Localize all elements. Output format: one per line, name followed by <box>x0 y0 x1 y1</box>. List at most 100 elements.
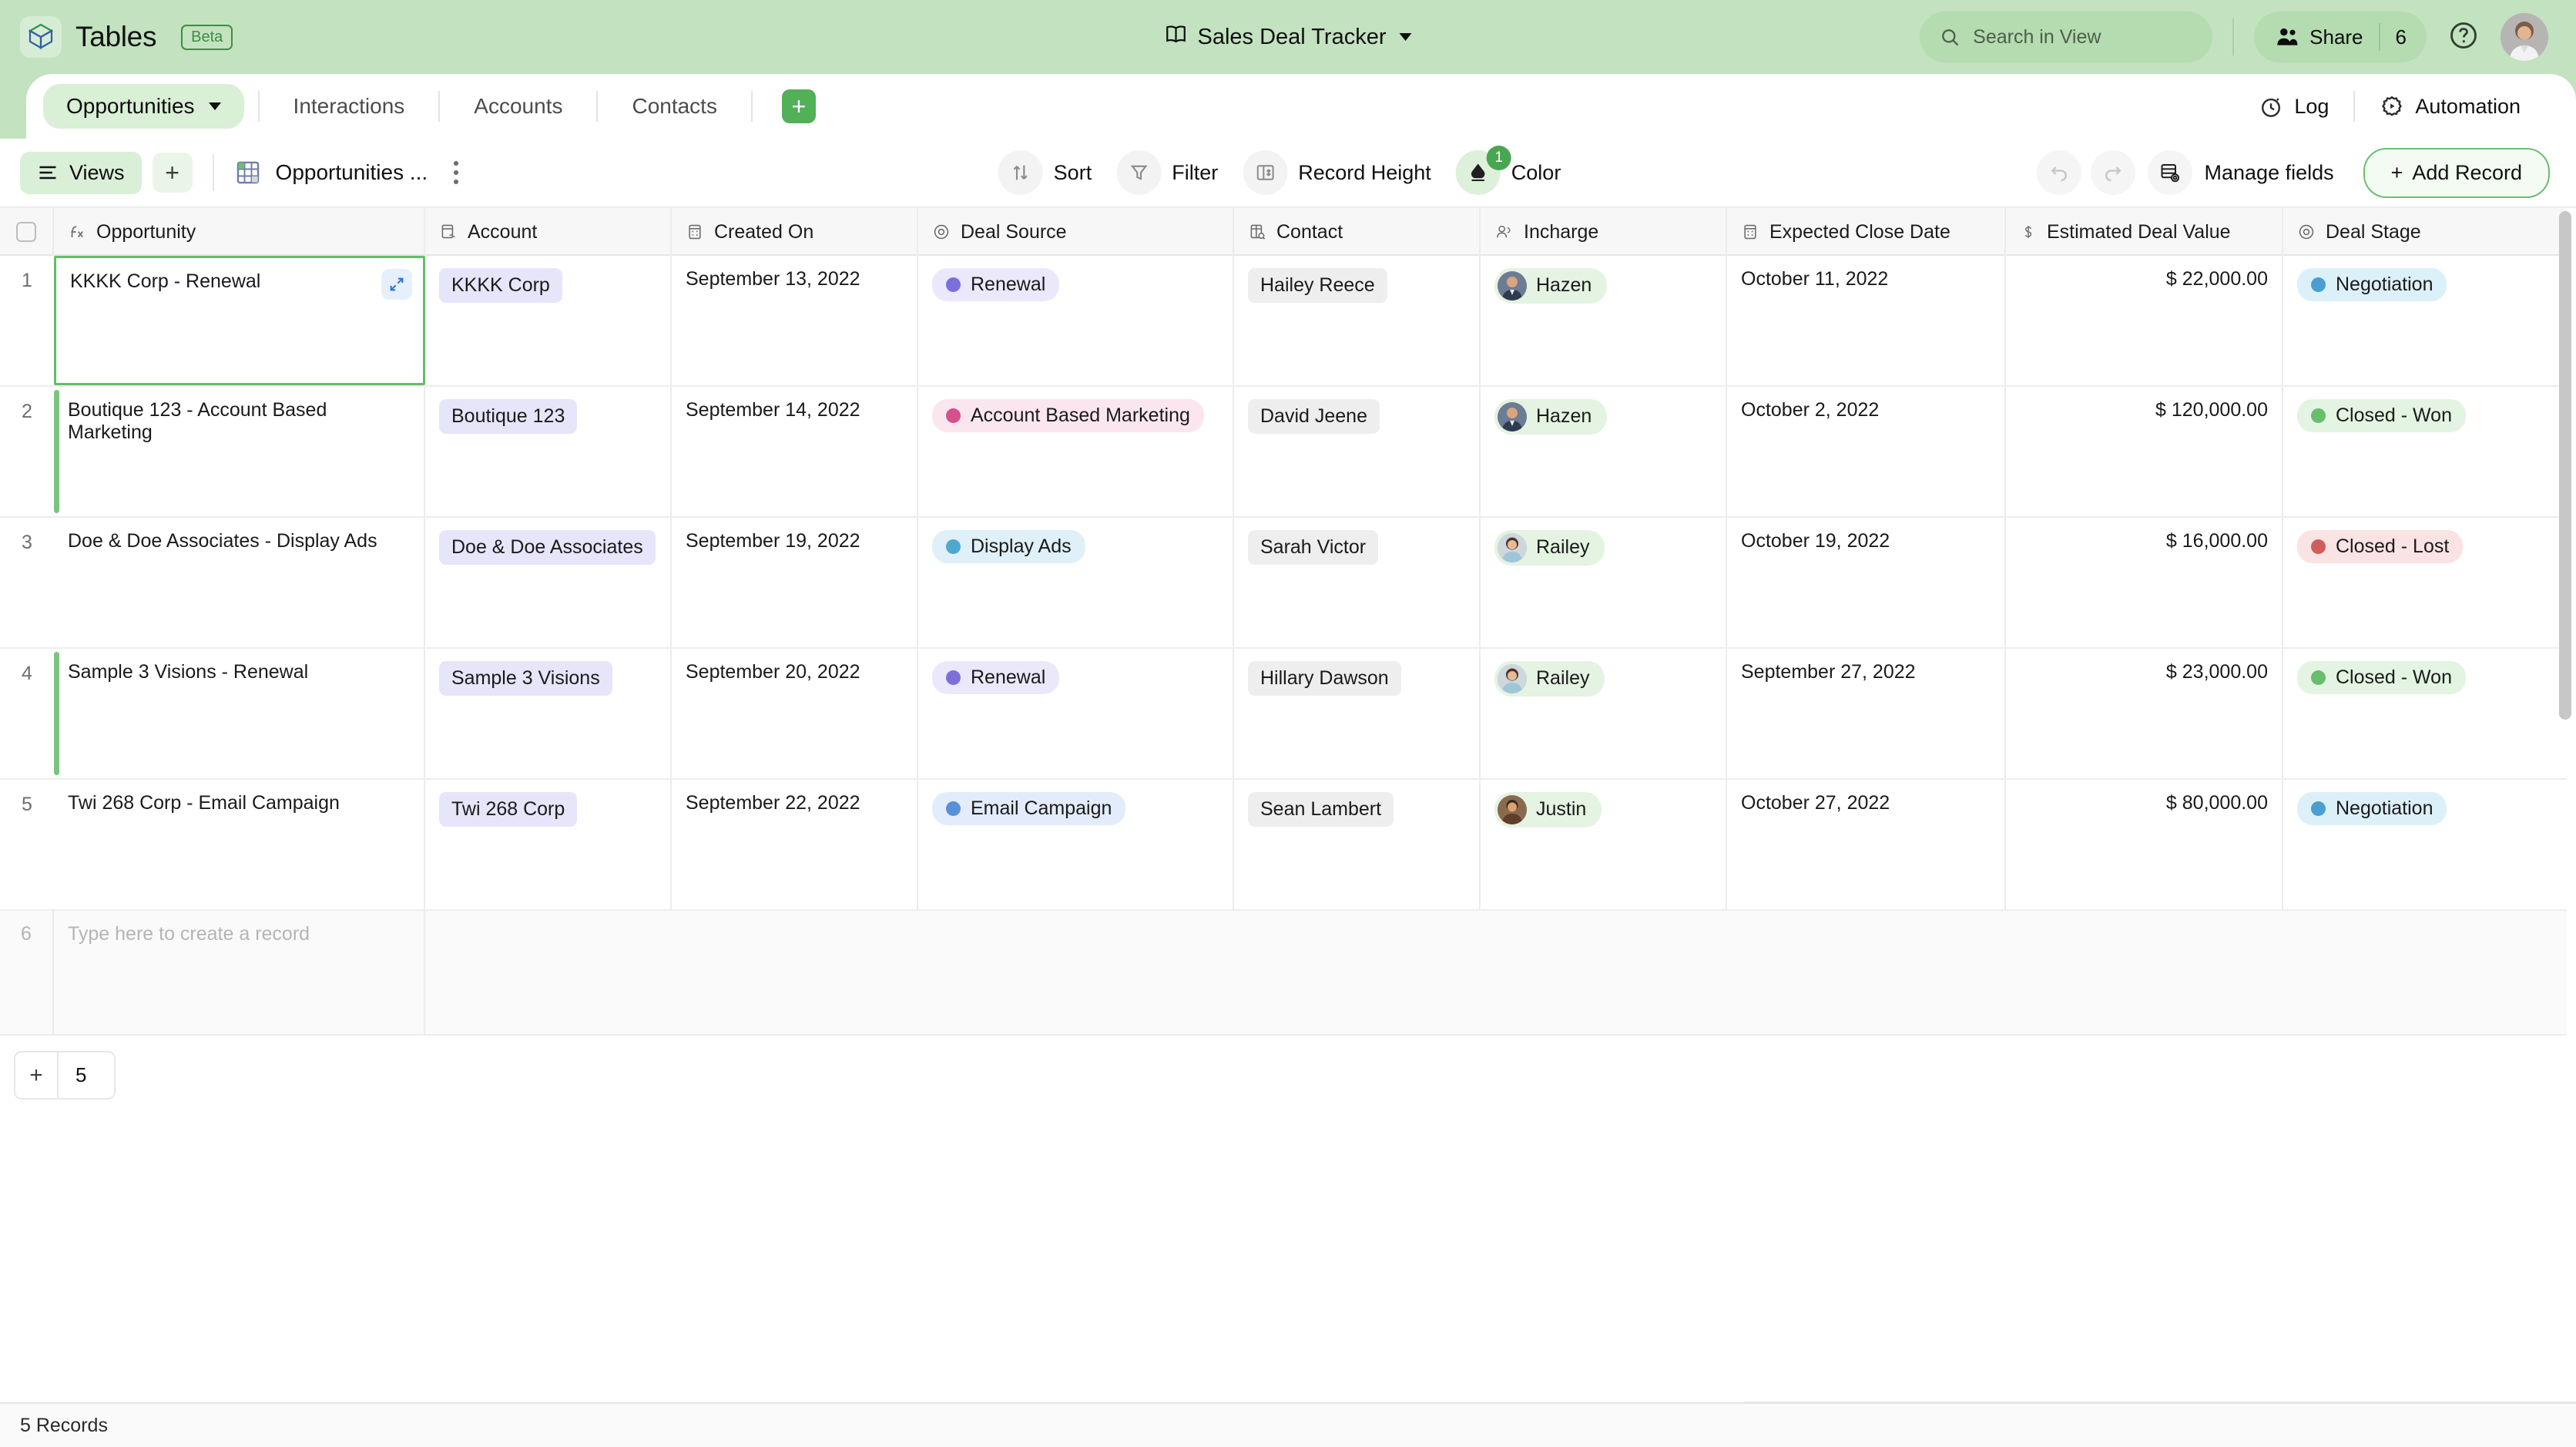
add-view-button[interactable]: + <box>152 153 193 193</box>
search-input[interactable]: Search in View <box>1920 12 2213 62</box>
views-button[interactable]: Views <box>20 151 142 194</box>
cube-logo-icon <box>20 16 62 58</box>
table-row[interactable]: 4 Sample 3 Visions - Renewal Sample 3 Vi… <box>0 649 2567 780</box>
cell-estimated-deal-value[interactable]: $ 120,000.00 <box>2006 387 2283 516</box>
cell-deal-source[interactable]: Display Ads <box>918 518 1234 647</box>
cell-opportunity[interactable]: Doe & Doe Associates - Display Ads <box>54 518 425 647</box>
automation-button[interactable]: Automation <box>2355 94 2545 119</box>
filter-button[interactable]: Filter <box>1116 150 1235 195</box>
cell-expected-close-date[interactable]: October 27, 2022 <box>1727 780 2006 909</box>
cell-created-on[interactable]: September 22, 2022 <box>672 780 918 909</box>
add-record-button[interactable]: + Add Record <box>2363 147 2550 198</box>
cell-opportunity[interactable]: Boutique 123 - Account Based Marketing <box>54 387 425 516</box>
account-pill: Doe & Doe Associates <box>439 530 656 566</box>
cell-opportunity[interactable]: Twi 268 Corp - Email Campaign <box>54 780 425 909</box>
cell-estimated-deal-value[interactable]: $ 23,000.00 <box>2006 649 2283 778</box>
cell-estimated-deal-value[interactable]: $ 16,000.00 <box>2006 518 2283 647</box>
column-header-opportunity[interactable]: Opportunity <box>54 208 425 256</box>
help-icon[interactable] <box>2448 20 2479 55</box>
cell-created-on[interactable]: September 14, 2022 <box>672 387 918 516</box>
share-button[interactable]: Share 6 <box>2254 12 2427 62</box>
cell-estimated-deal-value[interactable]: $ 80,000.00 <box>2006 780 2283 909</box>
cell-deal-stage[interactable]: Negotiation <box>2283 256 2474 385</box>
cell-account[interactable]: Twi 268 Corp <box>425 780 672 909</box>
avatar[interactable] <box>2501 13 2548 61</box>
cell-deal-stage[interactable]: Negotiation <box>2283 780 2474 909</box>
document-title[interactable]: Sales Deal Tracker <box>1165 22 1412 52</box>
table-row[interactable]: 3 Doe & Doe Associates - Display Ads Doe… <box>0 518 2567 649</box>
cell-created-on[interactable]: September 13, 2022 <box>672 256 918 385</box>
column-header-expected-close-date[interactable]: Expected Close Date <box>1727 208 2006 256</box>
account-pill: Twi 268 Corp <box>439 792 578 828</box>
cell-value: Hazen <box>1536 405 1592 428</box>
cell-expected-close-date[interactable]: October 2, 2022 <box>1727 387 2006 516</box>
cell-account[interactable]: Boutique 123 <box>425 387 672 516</box>
add-table-button[interactable]: + <box>781 89 816 123</box>
cell-contact[interactable]: Hillary Dawson <box>1234 649 1481 778</box>
table-row[interactable]: 5 Twi 268 Corp - Email Campaign Twi 268 … <box>0 780 2567 911</box>
column-header-created-on[interactable]: Created On <box>672 208 918 256</box>
row-number: 5 <box>22 794 32 815</box>
cell-estimated-deal-value[interactable]: $ 22,000.00 <box>2006 256 2283 385</box>
cell-contact[interactable]: David Jeene <box>1234 387 1481 516</box>
add-record-inline-button[interactable]: + <box>15 1053 59 1098</box>
new-record-input[interactable]: Type here to create a record <box>54 911 425 1034</box>
cell-opportunity[interactable]: KKKK Corp - Renewal <box>54 256 425 385</box>
log-button[interactable]: Log <box>2234 94 2353 119</box>
current-view-label: Opportunities ... <box>275 160 428 184</box>
cell-opportunity[interactable]: Sample 3 Visions - Renewal <box>54 649 425 778</box>
tab-opportunities[interactable]: Opportunities <box>43 84 244 129</box>
cell-deal-stage[interactable]: Closed - Won <box>2283 649 2474 778</box>
cell-contact[interactable]: Sean Lambert <box>1234 780 1481 909</box>
expand-record-icon[interactable] <box>381 269 412 300</box>
cell-created-on[interactable]: September 20, 2022 <box>672 649 918 778</box>
cell-deal-source[interactable]: Email Campaign <box>918 780 1234 909</box>
cell-deal-stage[interactable]: Closed - Won <box>2283 387 2474 516</box>
column-header-estimated-deal-value[interactable]: Estimated Deal Value <box>2006 208 2283 256</box>
row-color-marker <box>54 652 59 775</box>
column-header-deal-source[interactable]: Deal Source <box>918 208 1234 256</box>
redo-button[interactable] <box>2090 150 2135 195</box>
cell-account[interactable]: Sample 3 Visions <box>425 649 672 778</box>
cell-created-on[interactable]: September 19, 2022 <box>672 518 918 647</box>
redo-arrow-icon <box>2105 166 2121 182</box>
select-all-checkbox[interactable] <box>0 208 54 256</box>
cell-incharge[interactable]: Hazen <box>1481 256 1727 385</box>
record-height-button[interactable]: Record Height <box>1243 150 1448 195</box>
current-view[interactable]: Opportunities ... <box>234 159 428 186</box>
divider <box>2378 23 2380 51</box>
cell-contact[interactable]: Hailey Reece <box>1234 256 1481 385</box>
column-header-account[interactable]: Account <box>425 208 672 256</box>
cell-expected-close-date[interactable]: September 27, 2022 <box>1727 649 2006 778</box>
tab-accounts[interactable]: Accounts <box>440 89 596 124</box>
tab-interactions[interactable]: Interactions <box>260 89 439 124</box>
manage-fields-button[interactable]: Manage fields <box>2147 150 2334 195</box>
cell-deal-source[interactable]: Renewal <box>918 256 1234 385</box>
cell-incharge[interactable]: Hazen <box>1481 387 1727 516</box>
cell-contact[interactable]: Sarah Victor <box>1234 518 1481 647</box>
column-header-incharge[interactable]: Incharge <box>1481 208 1727 256</box>
cell-value: Closed - Lost <box>2336 535 2450 557</box>
cell-incharge[interactable]: Railey <box>1481 518 1727 647</box>
cell-expected-close-date[interactable]: October 11, 2022 <box>1727 256 2006 385</box>
cell-account[interactable]: Doe & Doe Associates <box>425 518 672 647</box>
vertical-scrollbar[interactable] <box>2559 211 2571 720</box>
new-record-row[interactable]: 6 Type here to create a record <box>0 911 2567 1036</box>
deal-source-pill: Renewal <box>932 661 1060 695</box>
column-header-deal-stage[interactable]: Deal Stage <box>2283 208 2474 256</box>
cell-incharge[interactable]: Justin <box>1481 780 1727 909</box>
color-button[interactable]: Color 1 <box>1455 146 1578 195</box>
more-vertical-icon[interactable] <box>449 156 463 189</box>
cell-expected-close-date[interactable]: October 19, 2022 <box>1727 518 2006 647</box>
column-header-contact[interactable]: Contact <box>1234 208 1481 256</box>
table-row[interactable]: 2 Boutique 123 - Account Based Marketing… <box>0 387 2567 518</box>
undo-button[interactable] <box>2036 150 2081 195</box>
cell-deal-stage[interactable]: Closed - Lost <box>2283 518 2474 647</box>
table-row[interactable]: 1 KKKK Corp - Renewal KKKK Corp Septembe… <box>0 256 2567 387</box>
cell-incharge[interactable]: Railey <box>1481 649 1727 778</box>
cell-account[interactable]: KKKK Corp <box>425 256 672 385</box>
cell-deal-source[interactable]: Account Based Marketing <box>918 387 1234 516</box>
sort-button[interactable]: Sort <box>998 150 1109 195</box>
cell-deal-source[interactable]: Renewal <box>918 649 1234 778</box>
tab-contacts[interactable]: Contacts <box>598 89 751 124</box>
